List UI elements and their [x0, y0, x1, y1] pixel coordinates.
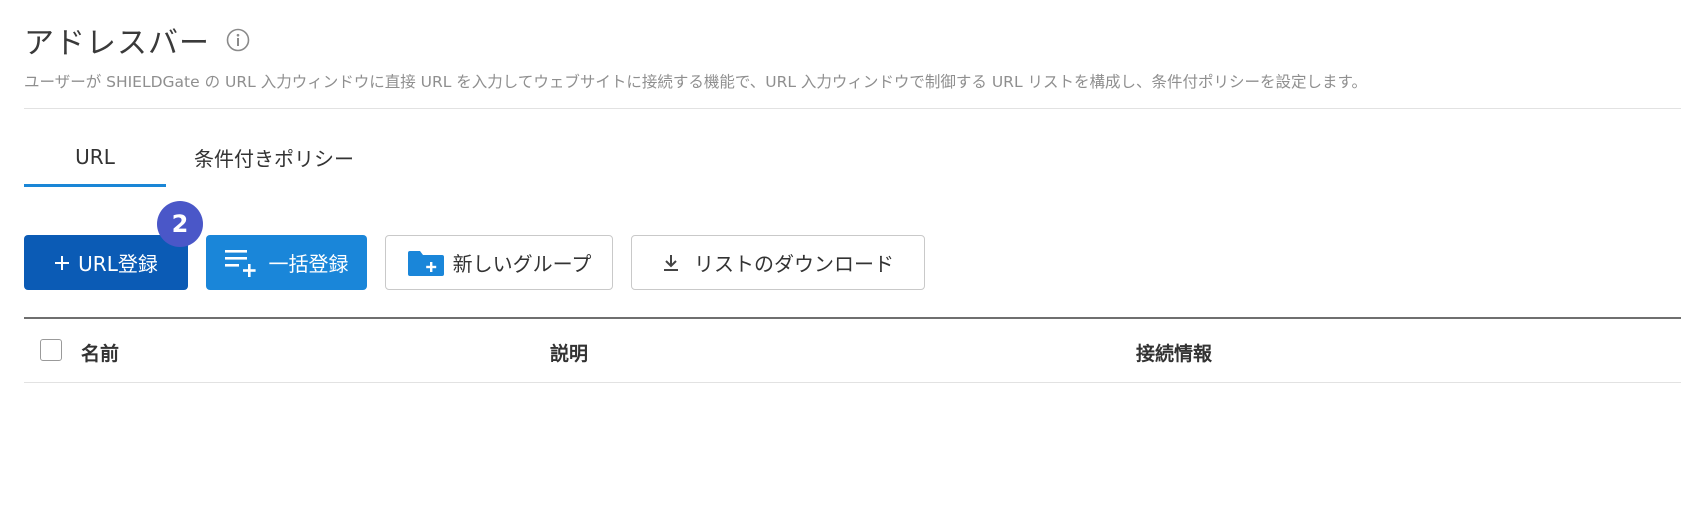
- url-register-button[interactable]: URL登録: [24, 235, 188, 290]
- url-register-label: URL登録: [78, 252, 158, 276]
- table-header: 名前 説明 接続情報: [24, 319, 1681, 383]
- plus-icon: [54, 255, 70, 271]
- tab-conditional-policy[interactable]: 条件付きポリシー: [166, 130, 382, 187]
- download-list-label: リストのダウンロード: [694, 252, 894, 276]
- page-title: アドレスバー: [24, 26, 210, 61]
- column-header-name: 名前: [81, 343, 120, 365]
- tab-url-label: URL: [75, 145, 115, 169]
- select-all-checkbox[interactable]: [40, 339, 62, 361]
- header-divider: [24, 108, 1681, 109]
- title-row: アドレスバー: [24, 18, 250, 62]
- tab-url[interactable]: URL: [24, 130, 166, 187]
- column-header-connection-info: 接続情報: [1136, 343, 1213, 365]
- bulk-register-label: 一括登録: [268, 252, 349, 276]
- tab-conditional-policy-label: 条件付きポリシー: [194, 146, 354, 171]
- toolbar: URL登録 一括登録 新しいグループ リストのダウンロード: [24, 235, 925, 290]
- address-bar-page: アドレスバー ユーザーが SHIELDGate の URL 入力ウィンドウに直接…: [0, 0, 1681, 505]
- folder-add-icon: [407, 249, 445, 277]
- page-description: ユーザーが SHIELDGate の URL 入力ウィンドウに直接 URL を入…: [24, 73, 1367, 91]
- bulk-register-button[interactable]: 一括登録: [206, 235, 367, 290]
- info-icon[interactable]: [226, 28, 250, 52]
- new-group-button[interactable]: 新しいグループ: [385, 235, 613, 290]
- column-header-description: 説明: [550, 343, 589, 365]
- step-badge: 2: [157, 201, 203, 247]
- list-add-icon: [224, 247, 261, 279]
- tab-bar: URL 条件付きポリシー: [24, 130, 382, 187]
- download-list-button[interactable]: リストのダウンロード: [631, 235, 925, 290]
- download-icon: [662, 254, 680, 272]
- new-group-label: 新しいグループ: [452, 252, 592, 276]
